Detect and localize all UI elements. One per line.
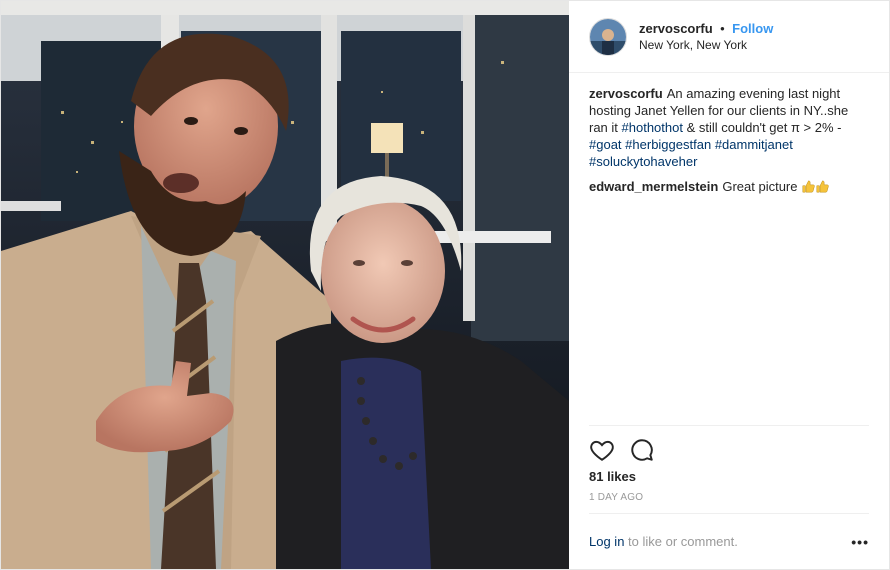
avatar-image xyxy=(590,18,626,55)
login-link[interactable]: Log in xyxy=(589,534,624,549)
likes-count[interactable]: 81 likes xyxy=(569,467,889,484)
hashtag-soluckytohaveher[interactable]: #soluckytohaveher xyxy=(589,154,697,169)
location-link[interactable]: New York, New York xyxy=(639,37,773,54)
header-text: zervoscorfu • Follow New York, New York xyxy=(639,20,773,54)
more-options-icon[interactable]: ••• xyxy=(851,534,869,550)
avatar[interactable] xyxy=(589,17,627,56)
post-photo[interactable] xyxy=(1,1,569,569)
comment-item: edward_mermelstein Great picture xyxy=(589,178,869,195)
comment-text: Great picture xyxy=(722,179,798,194)
post-header: zervoscorfu • Follow New York, New York xyxy=(569,1,889,73)
caption-text-2: & still couldn't get π > 2% - xyxy=(682,120,842,135)
login-prompt-text: to like or comment. xyxy=(624,534,738,549)
post-timestamp: 1 DAY AGO xyxy=(589,492,644,503)
separator-dot: • xyxy=(720,20,725,36)
heart-icon[interactable] xyxy=(589,437,615,463)
thumbs-up-emoji-icon xyxy=(816,180,829,193)
caption: zervoscorfu An amazing evening last night… xyxy=(589,85,869,170)
comment-bubble-icon[interactable] xyxy=(629,437,655,463)
hashtag-dammitjanet[interactable]: #dammitjanet xyxy=(715,137,793,152)
hashtag-herbiggestfan[interactable]: #herbiggestfan xyxy=(625,137,711,152)
photo-illustration xyxy=(1,1,569,569)
instagram-post: zervoscorfu • Follow New York, New York … xyxy=(0,0,890,570)
comment-footer: Log in to like or comment. ••• xyxy=(589,513,869,569)
hashtag-hothothot[interactable]: #hothothot xyxy=(622,120,683,135)
comments-section: zervoscorfu An amazing evening last night… xyxy=(569,73,889,425)
login-prompt: Log in to like or comment. xyxy=(589,534,738,549)
action-bar xyxy=(589,425,869,467)
follow-button[interactable]: Follow xyxy=(732,21,773,36)
thumbs-up-emoji-icon xyxy=(802,180,815,193)
hashtag-goat[interactable]: #goat xyxy=(589,137,622,152)
header-username[interactable]: zervoscorfu xyxy=(639,21,713,36)
comment-username[interactable]: edward_mermelstein xyxy=(589,179,718,194)
post-sidebar: zervoscorfu • Follow New York, New York … xyxy=(569,1,889,569)
caption-username[interactable]: zervoscorfu xyxy=(589,86,663,101)
